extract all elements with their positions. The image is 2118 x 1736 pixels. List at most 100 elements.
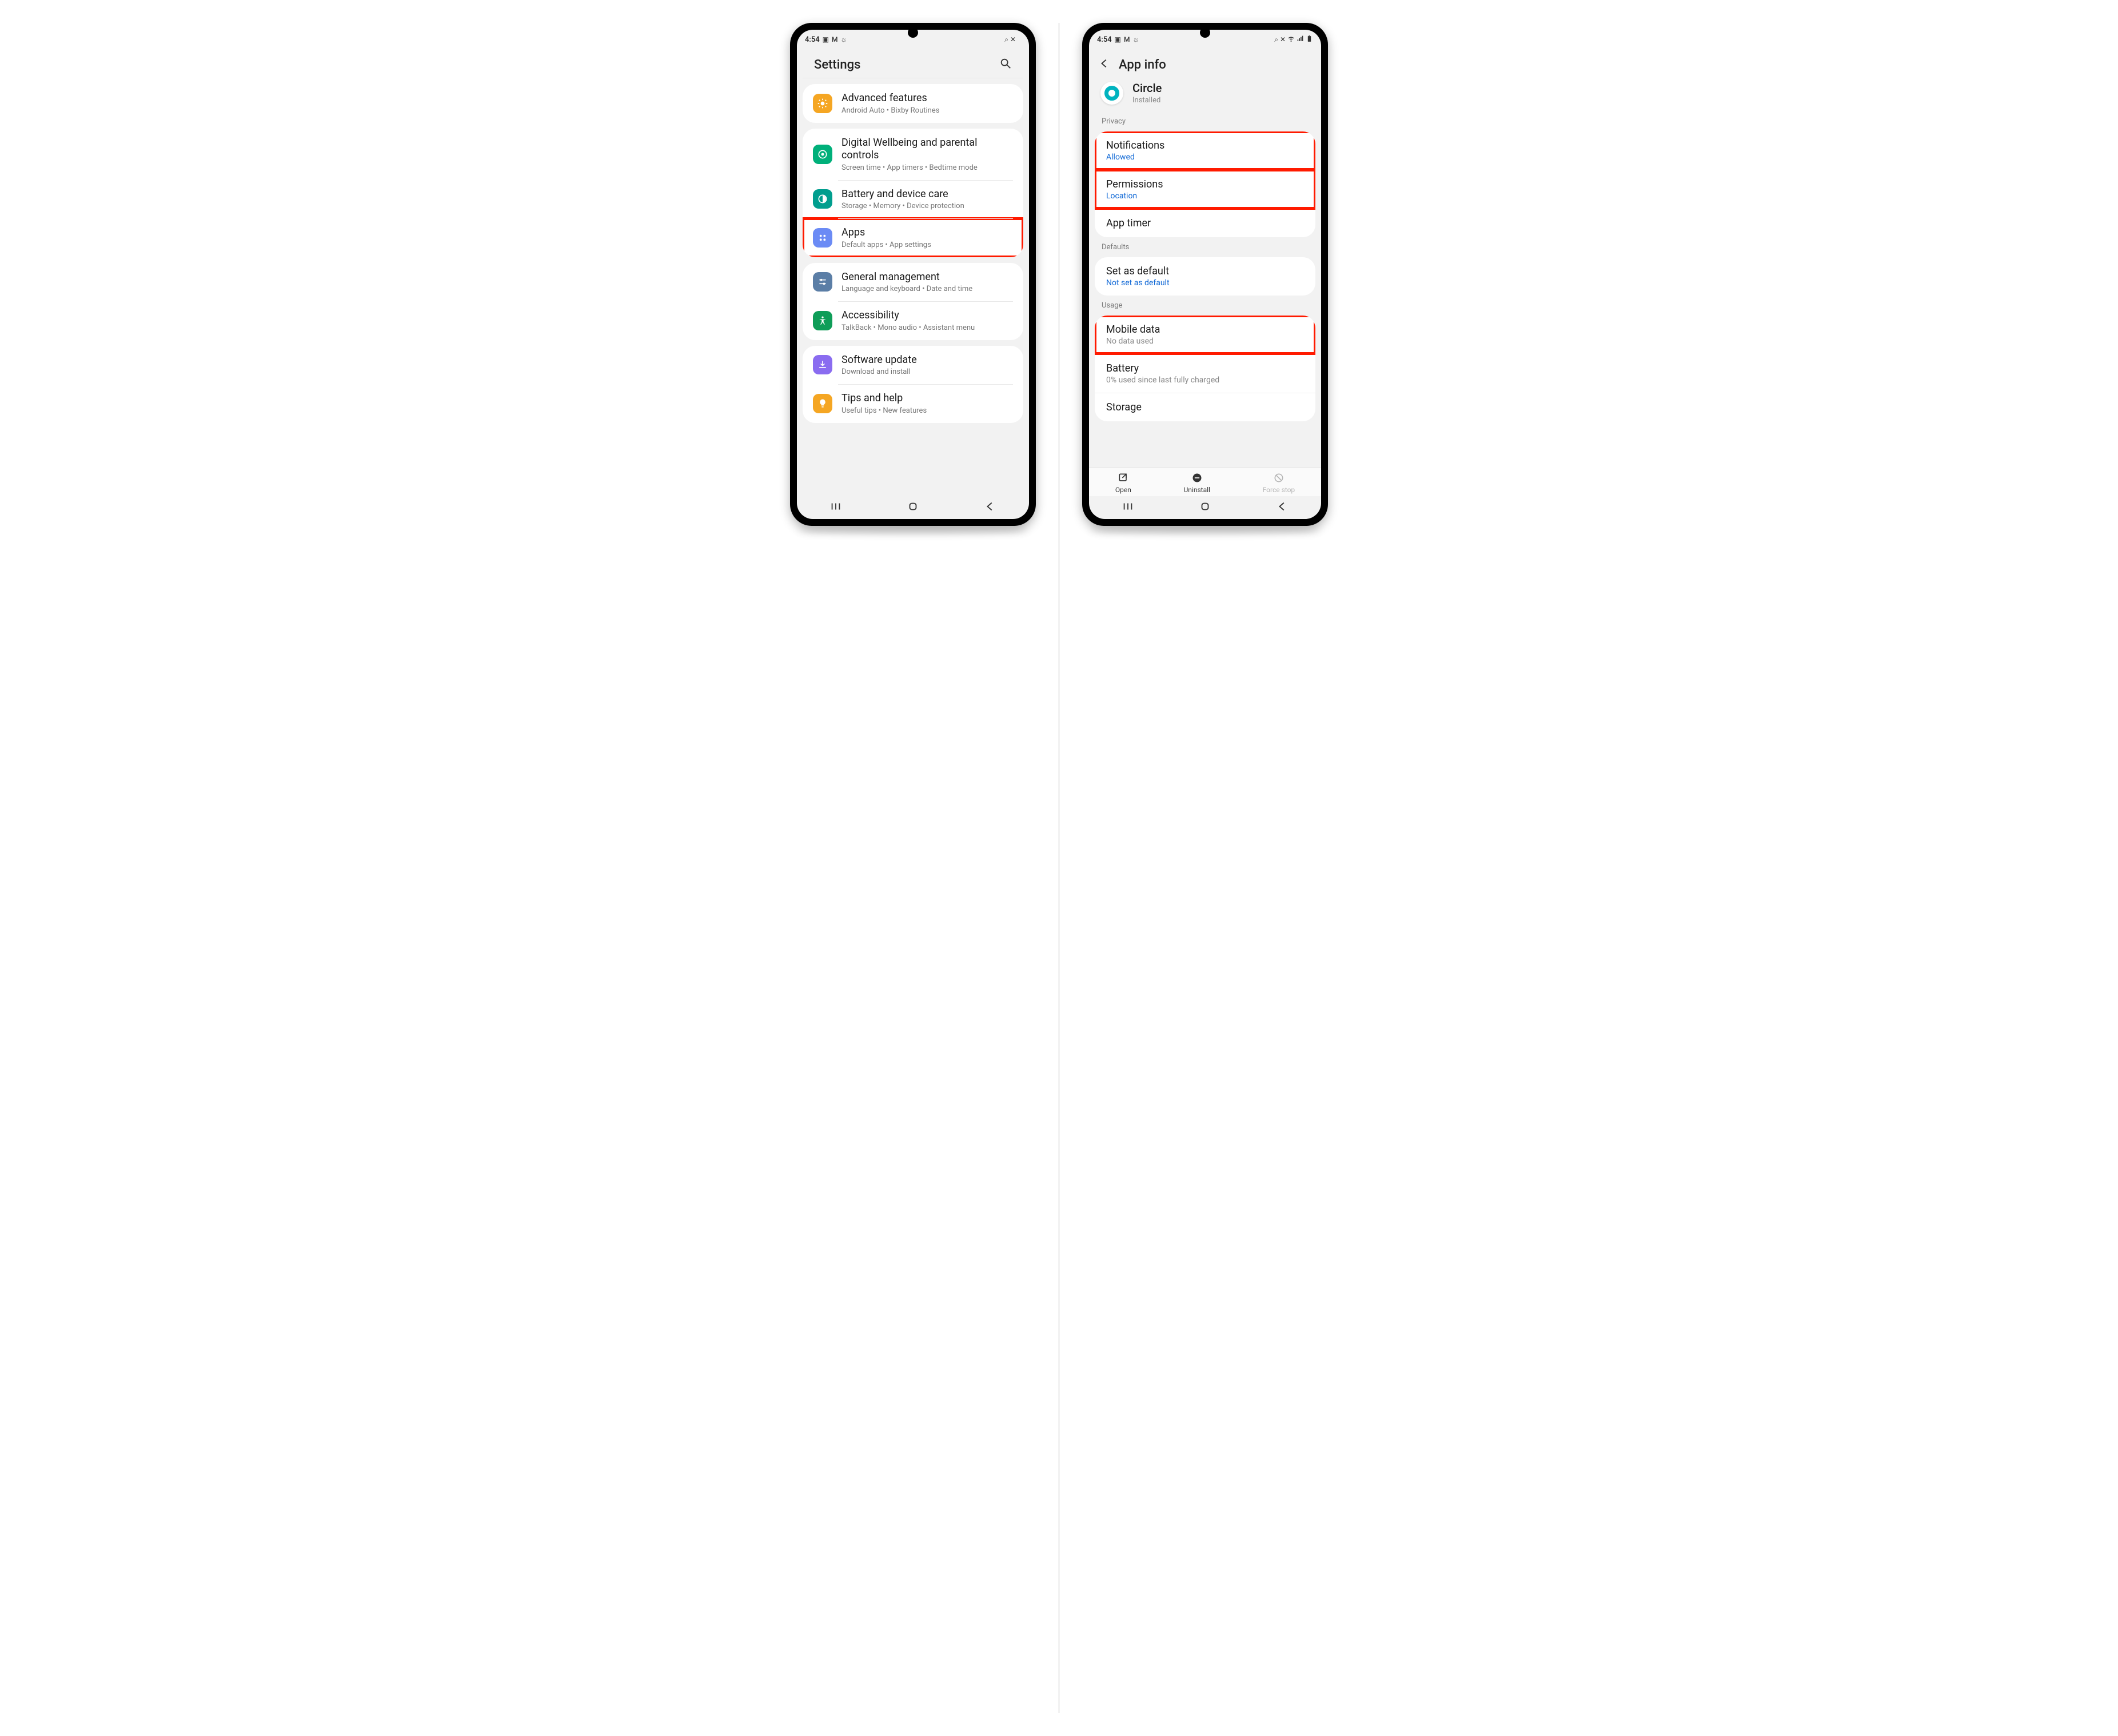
app-info-header: App info [1089, 49, 1321, 75]
row-sub: Allowed [1106, 153, 1304, 162]
row-title: Advanced features [841, 92, 939, 105]
search-icon[interactable] [999, 57, 1012, 72]
row-battery[interactable]: Battery 0% used since last fully charged [1095, 354, 1315, 393]
signal-icon [1297, 35, 1304, 44]
wellbeing-icon [813, 145, 832, 164]
app-action-bar: Open Uninstall Force stop [1089, 467, 1321, 496]
row-sub: Language and keyboard • Date and time [841, 285, 972, 293]
screen-left: 4:54 ▣ M ☼ ⌕ ✕ Settings [797, 30, 1029, 519]
settings-row-general[interactable]: General management Language and keyboard… [803, 263, 1023, 302]
screen-right: 4:54 ▣ M ☼ ⌕ ✕ App info [1089, 30, 1321, 519]
row-sub: Download and install [841, 368, 917, 376]
open-button[interactable]: Open [1115, 472, 1131, 494]
software-update-icon [813, 355, 832, 374]
battery-care-icon [813, 189, 832, 209]
row-storage[interactable]: Storage [1095, 393, 1315, 421]
row-set-default[interactable]: Set as default Not set as default [1095, 257, 1315, 296]
home-button[interactable] [1199, 500, 1211, 515]
section-privacy: Notifications Allowed Permissions Locati… [1095, 131, 1315, 237]
page-title: Settings [814, 58, 860, 72]
battery-icon [1306, 35, 1313, 44]
row-title: Battery and device care [841, 188, 964, 201]
weather-icon: ☼ [840, 35, 847, 43]
circle-app-icon [1100, 82, 1123, 105]
force-stop-button: Force stop [1263, 472, 1295, 494]
row-sub: 0% used since last fully charged [1106, 376, 1304, 385]
image-icon: ▣ [823, 35, 829, 43]
vpn-key-icon: ⌕ [1274, 35, 1278, 44]
wifi-icon [1287, 35, 1295, 44]
apps-icon [813, 228, 832, 248]
row-title: Permissions [1106, 178, 1304, 190]
gmail-icon: M [1124, 35, 1130, 43]
row-notifications[interactable]: Notifications Allowed [1095, 131, 1315, 170]
status-time: 4:54 [1097, 35, 1112, 44]
uninstall-label: Uninstall [1184, 486, 1210, 494]
back-button[interactable] [1276, 500, 1289, 515]
section-usage: Mobile data No data used Battery 0% used… [1095, 316, 1315, 421]
row-title: Set as default [1106, 265, 1304, 277]
vpn-key-icon: ⌕ [1004, 35, 1008, 44]
row-title: Digital Wellbeing and parental controls [841, 137, 1013, 162]
row-title: Accessibility [841, 309, 975, 322]
settings-group: General management Language and keyboard… [803, 263, 1023, 340]
recents-button[interactable] [829, 500, 842, 515]
front-camera [908, 27, 918, 38]
settings-row-software-update[interactable]: Software update Download and install [803, 346, 1023, 385]
row-title: Notifications [1106, 139, 1304, 151]
image-icon: ▣ [1115, 35, 1121, 43]
settings-row-apps[interactable]: Apps Default apps • App settings [803, 218, 1023, 257]
row-sub: Android Auto • Bixby Routines [841, 106, 939, 115]
force-stop-label: Force stop [1263, 486, 1295, 494]
row-title: Apps [841, 226, 931, 240]
phone-frame-right: 4:54 ▣ M ☼ ⌕ ✕ App info [1082, 23, 1328, 526]
row-title: Battery [1106, 362, 1304, 374]
vibrate-icon: ✕ [1280, 35, 1286, 43]
page-title: App info [1119, 58, 1166, 72]
tips-icon [813, 394, 832, 413]
status-time: 4:54 [805, 35, 820, 44]
advanced-features-icon [813, 94, 832, 113]
row-app-timer[interactable]: App timer [1095, 209, 1315, 237]
front-camera [1200, 27, 1210, 38]
settings-group: Software update Download and install Tip… [803, 346, 1023, 423]
back-button[interactable] [984, 500, 996, 515]
settings-row-wellbeing[interactable]: Digital Wellbeing and parental controls … [803, 129, 1023, 180]
settings-header: Settings [803, 49, 1023, 78]
app-info-summary: Circle Installed [1089, 75, 1321, 114]
settings-group: Advanced features Android Auto • Bixby R… [803, 84, 1023, 123]
settings-row-battery-care[interactable]: Battery and device care Storage • Memory… [803, 180, 1023, 219]
row-title: Storage [1106, 401, 1304, 413]
row-title: Mobile data [1106, 324, 1304, 336]
accessibility-icon [813, 311, 832, 330]
row-sub: Storage • Memory • Device protection [841, 202, 964, 210]
row-sub: No data used [1106, 337, 1304, 346]
app-install-status: Installed [1132, 96, 1162, 105]
settings-row-advanced-features[interactable]: Advanced features Android Auto • Bixby R… [803, 84, 1023, 123]
general-icon [813, 272, 832, 292]
uninstall-button[interactable]: Uninstall [1184, 472, 1210, 494]
row-mobile-data[interactable]: Mobile data No data used [1095, 316, 1315, 354]
back-icon[interactable] [1098, 57, 1111, 72]
row-sub: Useful tips • New features [841, 406, 927, 415]
row-sub: Location [1106, 191, 1304, 201]
vibrate-icon: ✕ [1010, 35, 1016, 43]
section-label-defaults: Defaults [1089, 240, 1321, 255]
open-label: Open [1115, 486, 1131, 494]
settings-row-tips[interactable]: Tips and help Useful tips • New features [803, 384, 1023, 423]
section-label-privacy: Privacy [1089, 114, 1321, 129]
gmail-icon: M [832, 35, 838, 43]
row-permissions[interactable]: Permissions Location [1095, 170, 1315, 209]
recents-button[interactable] [1122, 500, 1134, 515]
app-name: Circle [1132, 81, 1162, 95]
row-title: General management [841, 271, 972, 284]
android-nav-bar [1089, 496, 1321, 519]
row-sub: TalkBack • Mono audio • Assistant menu [841, 324, 975, 332]
settings-row-accessibility[interactable]: Accessibility TalkBack • Mono audio • As… [803, 301, 1023, 340]
home-button[interactable] [907, 500, 919, 515]
row-sub: Not set as default [1106, 278, 1304, 288]
row-title: Software update [841, 354, 917, 367]
phone-frame-left: 4:54 ▣ M ☼ ⌕ ✕ Settings [790, 23, 1036, 526]
row-sub: Default apps • App settings [841, 241, 931, 249]
row-title: App timer [1106, 217, 1304, 229]
